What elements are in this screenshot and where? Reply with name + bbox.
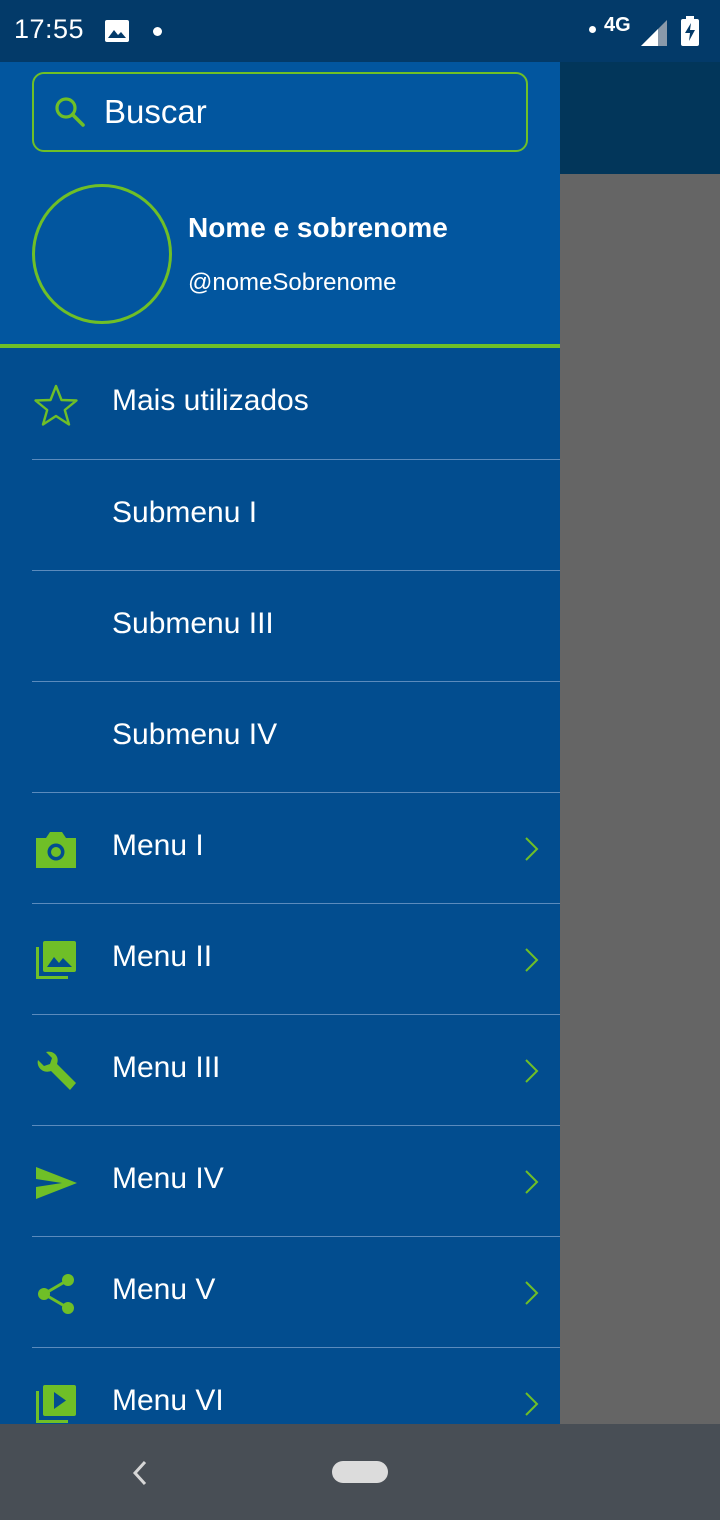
chevron-right-icon bbox=[525, 1170, 539, 1194]
menu-item-label: Menu V bbox=[112, 1273, 216, 1306]
image-notification-icon bbox=[105, 20, 129, 42]
search-icon bbox=[55, 97, 85, 127]
system-navigation-bar bbox=[0, 1424, 720, 1520]
profile-name: Nome e sobrenome bbox=[188, 212, 448, 243]
navigation-drawer: Nome e sobrenome @nomeSobrenome Mais uti… bbox=[0, 62, 560, 1424]
battery-charging-icon bbox=[681, 16, 699, 46]
signal-icon bbox=[641, 20, 667, 46]
menu-item-i[interactable]: Menu I bbox=[0, 793, 560, 904]
notification-dot bbox=[153, 27, 162, 36]
background-app-bar bbox=[560, 62, 720, 174]
drawer-header: Nome e sobrenome @nomeSobrenome bbox=[0, 62, 560, 348]
share-icon bbox=[38, 1274, 74, 1314]
chevron-right-icon bbox=[525, 1281, 539, 1305]
wrench-icon bbox=[37, 1051, 76, 1090]
menu-item-label: Mais utilizados bbox=[112, 384, 309, 417]
status-bar: 17:55 4G bbox=[0, 0, 720, 62]
menu-item-iii[interactable]: Menu III bbox=[0, 1015, 560, 1126]
notification-dot bbox=[589, 26, 596, 33]
menu-item-label: Menu VI bbox=[112, 1384, 224, 1417]
photo-library-icon bbox=[36, 941, 76, 979]
chevron-right-icon bbox=[525, 1392, 539, 1416]
submenu-item-iv[interactable]: Submenu IV bbox=[0, 682, 560, 793]
menu-item-ii[interactable]: Menu II bbox=[0, 904, 560, 1015]
chevron-right-icon bbox=[525, 837, 539, 861]
submenu-item-i[interactable]: Submenu I bbox=[0, 460, 560, 571]
menu-item-label: Menu I bbox=[112, 829, 204, 862]
camera-icon bbox=[36, 832, 76, 868]
menu-item-label: Menu II bbox=[112, 940, 213, 973]
menu-item-label: Submenu IV bbox=[112, 718, 278, 751]
profile-handle: @nomeSobrenome bbox=[188, 269, 397, 296]
menu-item-label: Menu IV bbox=[112, 1162, 224, 1195]
chevron-right-icon bbox=[525, 948, 539, 972]
menu-item-vi[interactable]: Menu VI bbox=[0, 1348, 560, 1424]
network-type: 4G bbox=[604, 14, 631, 36]
screen: 17:55 4G Nome bbox=[0, 0, 720, 1520]
submenu-item-iii[interactable]: Submenu III bbox=[0, 571, 560, 682]
chevron-right-icon bbox=[525, 1059, 539, 1083]
status-time: 17:55 bbox=[14, 14, 85, 44]
menu-item-iv[interactable]: Menu IV bbox=[0, 1126, 560, 1237]
menu-item-mais-utilizados[interactable]: Mais utilizados bbox=[0, 348, 560, 460]
search-input[interactable] bbox=[104, 88, 504, 136]
send-icon bbox=[36, 1167, 77, 1199]
menu-item-label: Submenu III bbox=[112, 607, 274, 640]
avatar[interactable] bbox=[32, 184, 172, 324]
video-library-icon bbox=[36, 1385, 76, 1423]
search-box[interactable] bbox=[32, 72, 528, 152]
star-outline-icon bbox=[34, 384, 78, 426]
menu-item-label: Submenu I bbox=[112, 496, 258, 529]
back-icon[interactable] bbox=[128, 1458, 150, 1488]
menu-item-v[interactable]: Menu V bbox=[0, 1237, 560, 1348]
menu-list: Mais utilizados Submenu I Submenu III Su… bbox=[0, 348, 560, 1424]
home-button[interactable] bbox=[332, 1461, 388, 1483]
menu-item-label: Menu III bbox=[112, 1051, 221, 1084]
